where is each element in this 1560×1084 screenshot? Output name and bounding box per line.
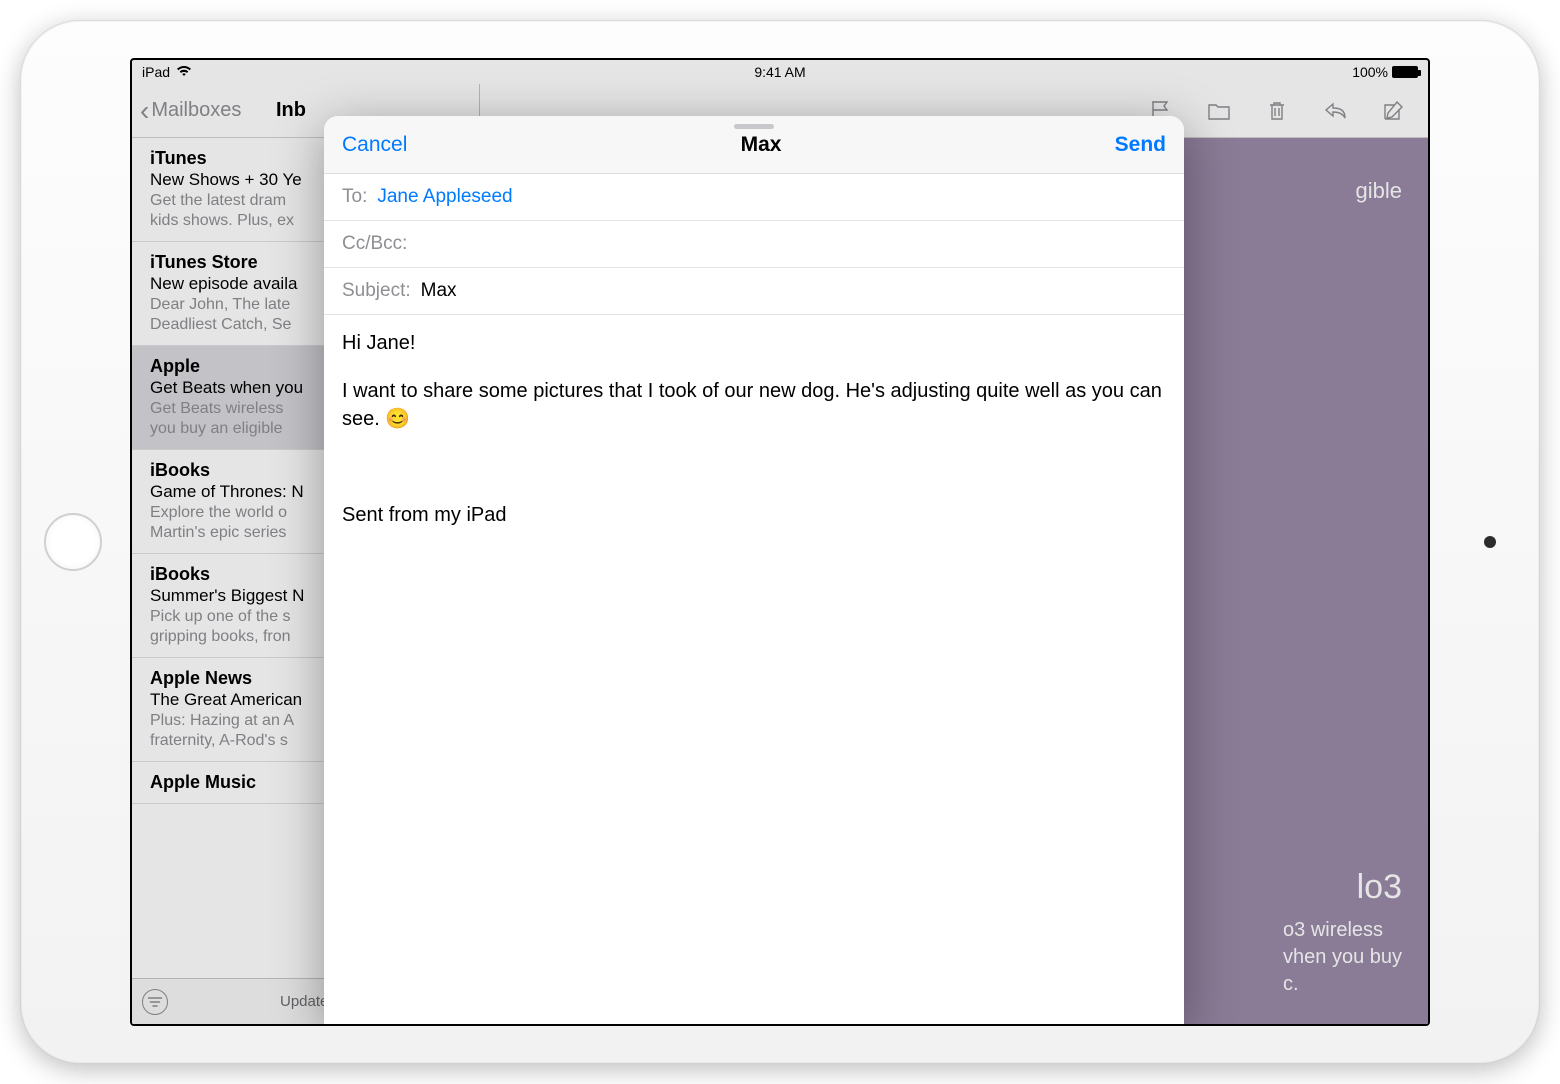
- ccbcc-field[interactable]: Cc/Bcc:: [324, 221, 1184, 268]
- cancel-button[interactable]: Cancel: [342, 133, 407, 157]
- compose-header: Cancel Max Send: [324, 116, 1184, 174]
- ipad-device-frame: iPad 9:41 AM 100% ‹ Mailboxes I: [20, 20, 1540, 1064]
- screen: iPad 9:41 AM 100% ‹ Mailboxes I: [130, 58, 1430, 1026]
- to-value: Jane Appleseed: [377, 186, 512, 208]
- send-button[interactable]: Send: [1115, 133, 1166, 157]
- body-main: I want to share some pictures that I too…: [342, 377, 1166, 433]
- compose-title: Max: [741, 133, 782, 157]
- subject-field[interactable]: Subject: Max: [324, 268, 1184, 315]
- compose-fields: To: Jane Appleseed Cc/Bcc: Subject: Max: [324, 174, 1184, 315]
- to-field[interactable]: To: Jane Appleseed: [324, 174, 1184, 221]
- subject-label: Subject:: [342, 280, 411, 302]
- compose-sheet: Cancel Max Send To: Jane Appleseed Cc/Bc…: [324, 116, 1184, 1024]
- sheet-grab-handle[interactable]: [734, 124, 774, 129]
- body-signature: Sent from my iPad: [342, 501, 1166, 529]
- subject-value: Max: [421, 280, 457, 302]
- front-camera: [1484, 536, 1496, 548]
- body-greeting: Hi Jane!: [342, 329, 1166, 357]
- ccbcc-label: Cc/Bcc:: [342, 233, 407, 255]
- compose-body[interactable]: Hi Jane! I want to share some pictures t…: [324, 315, 1184, 1024]
- home-button[interactable]: [44, 513, 102, 571]
- to-label: To:: [342, 186, 367, 208]
